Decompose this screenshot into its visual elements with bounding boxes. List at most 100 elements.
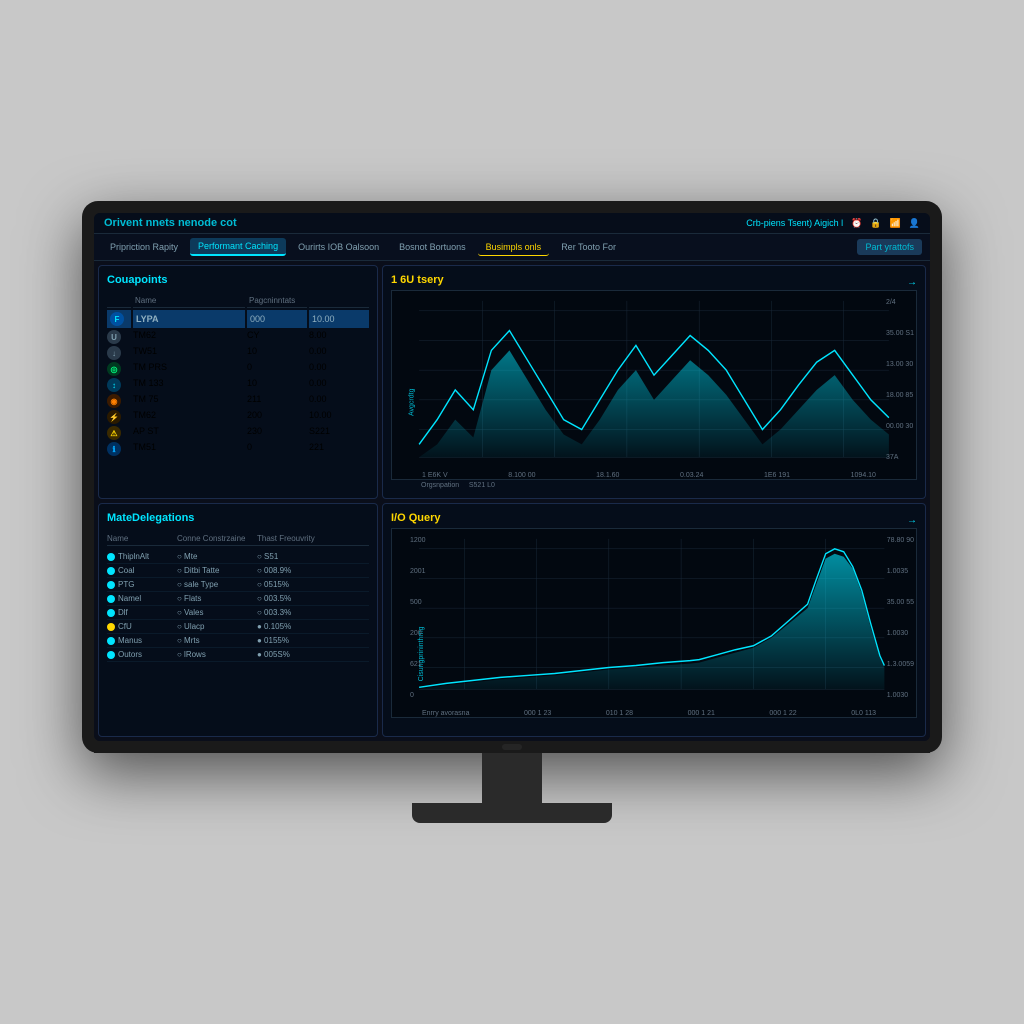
cp-val2-9: 221 bbox=[309, 442, 369, 456]
checkpoints-table: Name Pagcninntats F LYPA 000 10.00 U bbox=[107, 294, 369, 456]
icon-cp4: ◎ bbox=[107, 362, 121, 376]
io-x1: Enrry avorasna bbox=[422, 710, 469, 717]
meta-panel: MateDelegations Name Conne Constrzaine T… bbox=[98, 503, 378, 737]
cp-val1-9: 0 bbox=[247, 442, 307, 456]
cp-name-6[interactable]: TM 75 bbox=[133, 394, 245, 408]
cpu-chart-area: Avgcrdtg bbox=[391, 290, 917, 480]
io-x5: 000 1 22 bbox=[769, 710, 796, 717]
cp-val2-6: 0.00 bbox=[309, 394, 369, 408]
icon-cp7: ⚡ bbox=[107, 410, 121, 424]
cp-val1-7: 200 bbox=[247, 410, 307, 424]
icon-cp6: ◉ bbox=[107, 394, 121, 408]
cp-val1-1: 000 bbox=[247, 310, 307, 328]
app-title: Orivent nnets nenode cot bbox=[104, 217, 237, 229]
cp-val1-4: 0 bbox=[247, 362, 307, 376]
monitor-bottom-bezel bbox=[94, 741, 930, 753]
io-y3: 35.00 55 bbox=[887, 599, 914, 606]
cpu-chart-title: 1 6U tsery bbox=[391, 274, 444, 286]
io-x3: 010 1 28 bbox=[606, 710, 633, 717]
io-x6: 0L0 113 bbox=[851, 710, 876, 717]
cp-name-3[interactable]: TW51 bbox=[133, 346, 245, 360]
tab-rer[interactable]: Rer Tooto For bbox=[553, 239, 624, 255]
nav-tabs: Pripriction Rapity Performant Caching Ou… bbox=[94, 234, 930, 261]
cpu-y6: 37A bbox=[886, 454, 914, 461]
meta-row-1[interactable]: ThiplnAlt ○ Mte ○ S51 bbox=[107, 550, 369, 564]
cp-name-2[interactable]: TM62 bbox=[133, 330, 245, 344]
tab-busimpls[interactable]: Busimpls onls bbox=[478, 239, 550, 256]
cp-h1 bbox=[107, 294, 131, 308]
cpu-x5: 1E6 191 bbox=[764, 472, 790, 479]
cpu-y2: 35.00 S1 bbox=[886, 330, 914, 337]
cp-h4 bbox=[309, 294, 369, 308]
tab-bosnot[interactable]: Bosnot Bortuons bbox=[391, 239, 474, 255]
io-y4: 1.0030 bbox=[887, 630, 914, 637]
cpu-x3: 18.1.60 bbox=[596, 472, 619, 479]
meta-row-8[interactable]: Outors ○ lRows ● 005S% bbox=[107, 648, 369, 662]
io-yl5: 621 bbox=[410, 661, 426, 668]
main-content: Couapoints Name Pagcninntats F LYPA 000 … bbox=[94, 261, 930, 741]
io-yl3: 500 bbox=[410, 599, 426, 606]
cp-name-1[interactable]: LYPA bbox=[133, 310, 245, 328]
meta-title: MateDelegations bbox=[107, 512, 369, 524]
cpu-x6: 1094.10 bbox=[851, 472, 876, 479]
icon-user: 👤 bbox=[909, 218, 920, 229]
cpu-y1: 2/4 bbox=[886, 299, 914, 306]
icon-cp8: ⚠ bbox=[107, 426, 121, 440]
cpu-chart-svg bbox=[392, 291, 916, 479]
icon-cp5: ↕ bbox=[107, 378, 121, 392]
cp-h3: Pagcninntats bbox=[247, 294, 307, 308]
meta-row-4[interactable]: Namel ○ Flats ○ 003.5% bbox=[107, 592, 369, 606]
tab-performant[interactable]: Performant Caching bbox=[190, 238, 286, 256]
meta-row-7[interactable]: Manus ○ Mrts ● 0155% bbox=[107, 634, 369, 648]
io-yl4: 200 bbox=[410, 630, 426, 637]
io-x4: 000 1 21 bbox=[688, 710, 715, 717]
icon-cp1: F bbox=[110, 312, 124, 326]
meta-row-5[interactable]: Dlf ○ Vales ○ 003.3% bbox=[107, 606, 369, 620]
cpu-x2: 8.100 00 bbox=[508, 472, 535, 479]
io-chart-area: Cisungprininthrng bbox=[391, 528, 917, 718]
icon-cp9: ℹ bbox=[107, 442, 121, 456]
icon-clock: ⏰ bbox=[851, 218, 862, 229]
meta-row-3[interactable]: PTG ○ sale Type ○ 0515% bbox=[107, 578, 369, 592]
io-chart-svg bbox=[392, 529, 916, 717]
top-bar: Orivent nnets nenode cot Crb-piens Tsent… bbox=[94, 213, 930, 234]
icon-cp2: U bbox=[107, 330, 121, 344]
cp-val2-3: 0.00 bbox=[309, 346, 369, 360]
cp-name-7[interactable]: TM62 bbox=[133, 410, 245, 424]
cpu-x1: 1 E6K V bbox=[422, 472, 448, 479]
io-chart-title: I/O Query bbox=[391, 512, 441, 524]
io-y6: 1.0030 bbox=[887, 692, 914, 699]
cp-val1-5: 10 bbox=[247, 378, 307, 392]
tab-part-right[interactable]: Part yrattofs bbox=[857, 239, 922, 255]
io-y-left-labels: 1200 2001 500 200 621 0 bbox=[410, 537, 426, 699]
io-chart-panel: I/O Query → Cisungprininthrng bbox=[382, 503, 926, 737]
cp-h2: Name bbox=[133, 294, 245, 308]
cp-val1-8: 230 bbox=[247, 426, 307, 440]
cp-val1-6: 211 bbox=[247, 394, 307, 408]
cp-val1-3: 10 bbox=[247, 346, 307, 360]
cp-name-4[interactable]: TM PRS bbox=[133, 362, 245, 376]
monitor-stand-base bbox=[412, 803, 612, 823]
cp-name-8[interactable]: AP ST bbox=[133, 426, 245, 440]
meta-row-6[interactable]: CfU ○ Ulacp ● 0.105% bbox=[107, 620, 369, 634]
meta-header: Name Conne Constrzaine Thast Freouvrity bbox=[107, 532, 369, 546]
io-y2: 1.0035 bbox=[887, 568, 914, 575]
cp-val2-5: 0.00 bbox=[309, 378, 369, 392]
icon-lock: 🔒 bbox=[870, 218, 881, 229]
tab-ourirts[interactable]: Ourirts IOB Oalsoon bbox=[290, 239, 387, 255]
cp-val2-7: 10.00 bbox=[309, 410, 369, 424]
cpu-y5: 00.00 30 bbox=[886, 423, 914, 430]
cp-name-5[interactable]: TM 133 bbox=[133, 378, 245, 392]
cpu-y-labels: 2/4 35.00 S1 13.00 30 18.00 85 00.00 30 … bbox=[886, 299, 914, 461]
meta-row-2[interactable]: Coal ○ Ditbi Tatte ○ 008.9% bbox=[107, 564, 369, 578]
io-y-labels: 78.80 90 1.0035 35.00 55 1.0030 1.3.0059… bbox=[887, 537, 914, 699]
cp-name-9[interactable]: TM51 bbox=[133, 442, 245, 456]
checkpoints-title: Couapoints bbox=[107, 274, 369, 286]
icon-cp3: ↓ bbox=[107, 346, 121, 360]
cp-val2-1: 10.00 bbox=[309, 310, 369, 328]
cpu-y3: 13.00 30 bbox=[886, 361, 914, 368]
cp-val1-2: CY bbox=[247, 330, 307, 344]
monitor-stand-neck bbox=[482, 753, 542, 803]
tab-pripriction[interactable]: Pripriction Rapity bbox=[102, 239, 186, 255]
checkpoints-panel: Couapoints Name Pagcninntats F LYPA 000 … bbox=[98, 265, 378, 499]
